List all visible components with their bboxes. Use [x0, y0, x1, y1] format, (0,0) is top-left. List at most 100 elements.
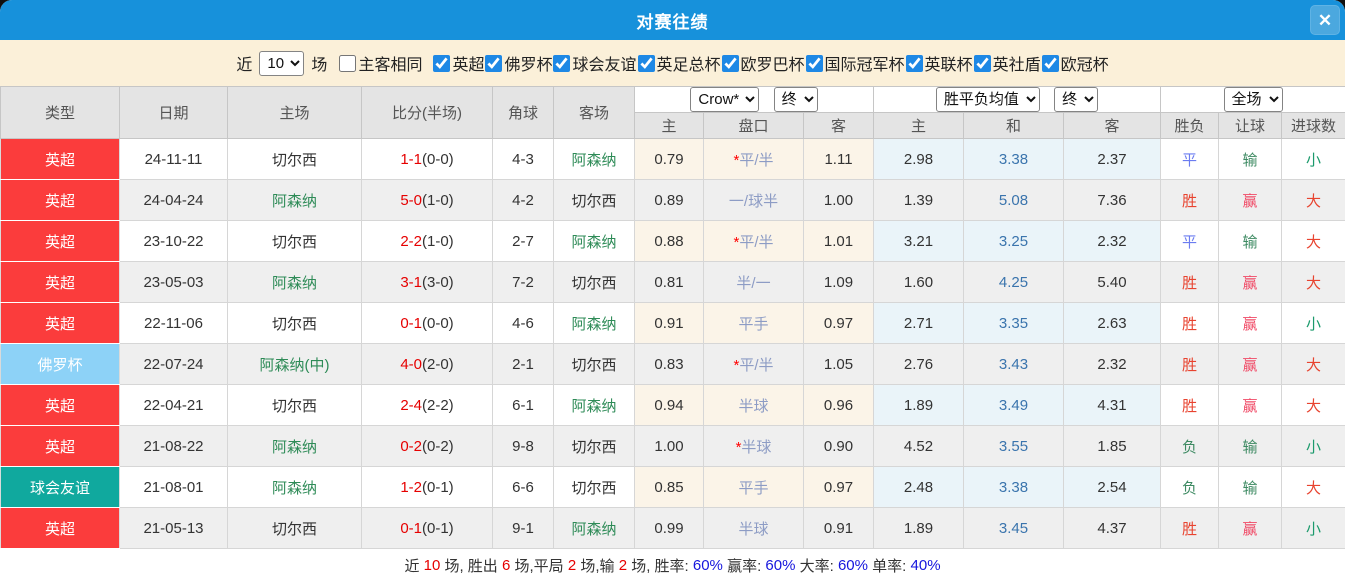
fulltime-score: 2-4 [400, 396, 422, 414]
competition-checkbox[interactable] [637, 54, 655, 72]
halftime-score: (0-0) [422, 150, 454, 168]
summary-segment: 近 [404, 557, 424, 575]
recent-label: 近 [236, 57, 253, 74]
avg-draw-odds: 3.49 [963, 384, 1064, 426]
handicap-home-odds: 0.81 [634, 261, 704, 303]
competition-filter[interactable]: 英超 [432, 51, 484, 75]
competition-filter[interactable]: 欧冠杯 [1041, 51, 1109, 75]
competition-filter[interactable]: 英联杯 [905, 51, 973, 75]
same-venue-checkbox[interactable] [339, 54, 357, 72]
competition-checkbox[interactable] [905, 54, 923, 72]
score-cell: 0-1(0-1) [361, 507, 493, 549]
total-goals-result-cell: 大 [1281, 343, 1345, 385]
competition-checkbox[interactable] [433, 54, 451, 72]
match-result-cell: 平 [1160, 220, 1220, 262]
fulltime-score: 0-2 [400, 437, 422, 455]
fulltime-score: 0-1 [400, 519, 422, 537]
competition-checkbox[interactable] [485, 54, 503, 72]
competition-label: 英联杯 [924, 57, 973, 74]
handicap-line: *平/半 [703, 138, 804, 180]
competition-type-badge: 球会友谊 [0, 466, 120, 508]
avg-draw-odds: 3.55 [963, 425, 1064, 467]
handicap-away-odds: 0.97 [803, 302, 874, 344]
competition-type-badge: 英超 [0, 507, 120, 549]
halftime-score: (3-0) [422, 273, 454, 291]
scope-select[interactable]: 全场 [1223, 87, 1283, 112]
competition-checkbox[interactable] [1041, 54, 1059, 72]
competition-filter[interactable]: 英社盾 [973, 51, 1041, 75]
handicap-away-odds: 1.00 [803, 179, 874, 221]
competition-checkbox[interactable] [553, 54, 571, 72]
competition-filter[interactable]: 国际冠军杯 [805, 51, 905, 75]
recent-count-select[interactable]: 10 [259, 50, 305, 76]
competition-type-badge: 英超 [0, 220, 120, 262]
avg-away-odds: 1.85 [1062, 425, 1162, 467]
avg-draw-odds: 4.25 [963, 261, 1064, 303]
match-date: 21-08-22 [119, 425, 228, 467]
handicap-line: 一/球半 [703, 179, 804, 221]
match-row: 英超 21-05-13 切尔西 0-1(0-1) 9-1 阿森纳 0.99 半球 0.91 1.8… [0, 507, 1345, 549]
handicap-line: 半球 [703, 384, 804, 426]
avg-type-select[interactable]: 胜平负均值 [935, 87, 1040, 112]
competition-filter[interactable]: 英足总杯 [637, 51, 721, 75]
home-team: 切尔西 [227, 302, 362, 344]
score-cell: 0-1(0-0) [361, 302, 493, 344]
handicap-home-odds: 0.88 [634, 220, 704, 262]
odds-time-select[interactable]: 终 [773, 87, 818, 112]
avg-away-odds: 5.40 [1062, 261, 1162, 303]
odds-company-select[interactable]: Crow* [690, 87, 760, 112]
avg-draw-odds: 3.45 [963, 507, 1064, 549]
total-goals-result-cell: 小 [1281, 507, 1345, 549]
competition-type-badge: 英超 [0, 425, 120, 467]
away-team: 切尔西 [553, 343, 635, 385]
halftime-score: (0-0) [422, 314, 454, 332]
score-cell: 0-2(0-2) [361, 425, 493, 467]
avg-away-odds: 2.37 [1062, 138, 1162, 180]
competition-checkbox[interactable] [721, 54, 739, 72]
competition-checkbox[interactable] [805, 54, 823, 72]
competition-checkbox[interactable] [973, 54, 991, 72]
score-cell: 5-0(1-0) [361, 179, 493, 221]
halftime-score: (2-2) [422, 396, 454, 414]
match-date: 22-04-21 [119, 384, 228, 426]
handicap-line: 平手 [703, 302, 804, 344]
handicap-home-odds: 0.91 [634, 302, 704, 344]
match-row: 英超 22-11-06 切尔西 0-1(0-0) 4-6 阿森纳 0.91 平手 0.97 2.7… [0, 302, 1345, 344]
total-goals-result-cell: 大 [1281, 261, 1345, 303]
handicap-home-odds: 0.83 [634, 343, 704, 385]
fulltime-score: 0-1 [400, 314, 422, 332]
spread-result-cell: 赢 [1218, 343, 1283, 385]
header-away: 客场 [553, 86, 635, 139]
fulltime-score: 5-0 [400, 191, 422, 209]
halftime-score: (0-1) [422, 478, 454, 496]
competition-filter[interactable]: 球会友谊 [552, 51, 637, 75]
handicap-dropdown-group: Crow* 终 [634, 86, 874, 113]
avg-away-odds: 4.37 [1062, 507, 1162, 549]
summary-segment: 60% [765, 556, 796, 574]
competition-type-badge: 英超 [0, 384, 120, 426]
match-row: 英超 24-11-11 切尔西 1-1(0-0) 4-3 阿森纳 0.79 *平/半 1.11 2… [0, 138, 1345, 180]
match-row: 英超 24-04-24 阿森纳 5-0(1-0) 4-2 切尔西 0.89 一/球半 1.00 1… [0, 179, 1345, 221]
competition-filter[interactable]: 欧罗巴杯 [721, 51, 805, 75]
avg-home-odds: 1.60 [873, 261, 964, 303]
competition-label: 佛罗杯 [504, 57, 553, 74]
competition-label: 欧罗巴杯 [740, 57, 805, 74]
summary-segment: 60% [837, 556, 868, 574]
handicap-line-text: 半/一 [736, 274, 771, 292]
total-goals-result-cell: 小 [1281, 425, 1345, 467]
total-goals-result-cell: 大 [1281, 220, 1345, 262]
handicap-line-text: 半球 [741, 438, 772, 456]
avg-time-select[interactable]: 终 [1054, 87, 1099, 112]
filter-bar: 近 10 场 主客相同 英超 佛罗杯 球会友谊 英足总杯 欧罗巴杯 国际冠军杯 英联杯 英社盾… [0, 40, 1345, 86]
same-venue-toggle[interactable]: 主客相同 [339, 51, 422, 75]
handicap-line-text: 平/半 [739, 151, 774, 169]
avg-away-odds: 4.31 [1062, 384, 1162, 426]
dialog-titlebar: 对赛往绩 ✕ [0, 0, 1345, 40]
close-button[interactable]: ✕ [1310, 5, 1340, 35]
avg-home-odds: 1.39 [873, 179, 964, 221]
spread-result-cell: 赢 [1218, 384, 1283, 426]
handicap-line-text: 平手 [738, 315, 769, 333]
competition-filter[interactable]: 佛罗杯 [484, 51, 552, 75]
away-team: 阿森纳 [553, 138, 635, 180]
competition-type-badge: 英超 [0, 261, 120, 303]
